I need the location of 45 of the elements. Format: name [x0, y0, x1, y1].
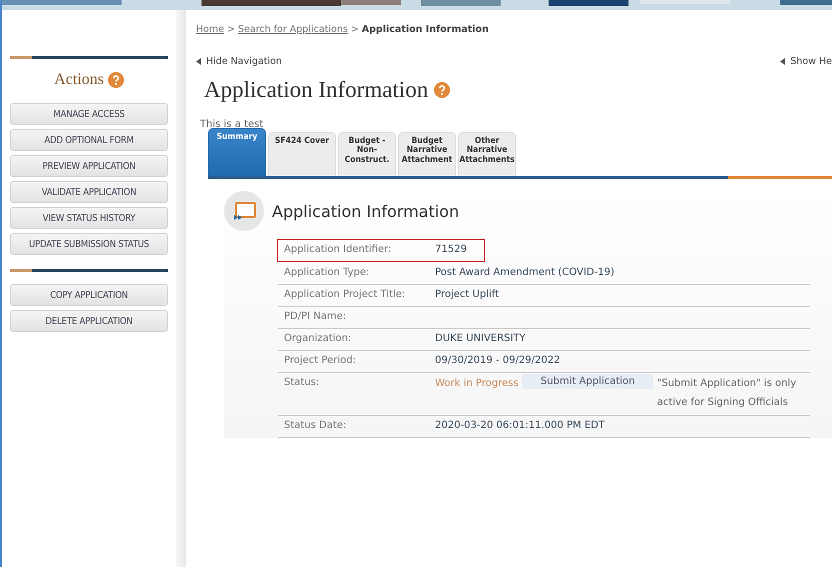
- field-value: 71529: [435, 244, 467, 255]
- field-label: Status:: [284, 377, 320, 388]
- field-value: Post Award Amendment (COVID-19): [435, 267, 614, 278]
- field-label: Organization:: [284, 333, 352, 344]
- caret-icon: [196, 58, 201, 65]
- tab[interactable]: Summary: [208, 128, 266, 176]
- action-button[interactable]: VIEW STATUS HISTORY: [10, 207, 168, 229]
- application-note: This is a test: [200, 119, 264, 130]
- field-value: Project Uplift: [435, 289, 499, 300]
- status-note: "Submit Application" is only active for Signing Officials: [657, 377, 798, 410]
- breadcrumb-link[interactable]: Home: [196, 24, 224, 35]
- help-icon[interactable]: [108, 72, 124, 88]
- tab[interactable]: Other Narrative Attachments: [458, 132, 516, 176]
- actions-title: Actions: [54, 71, 104, 89]
- action-button[interactable]: VALIDATE APPLICATION: [10, 181, 168, 203]
- breadcrumb-current: Application Information: [362, 24, 489, 35]
- action-button[interactable]: UPDATE SUBMISSION STATUS: [10, 233, 168, 255]
- field-label: Application Identifier:: [284, 244, 392, 255]
- field-value: 09/30/2019 - 09/29/2022: [435, 355, 560, 366]
- action-button[interactable]: COPY APPLICATION: [10, 284, 168, 306]
- action-button[interactable]: MANAGE ACCESS: [10, 103, 168, 125]
- field-label: Project Period:: [284, 355, 357, 366]
- section-title: Application Information: [272, 202, 460, 220]
- field-label: Application Project Title:: [284, 289, 406, 300]
- hide-navigation-link[interactable]: Hide Navigation: [196, 56, 282, 67]
- tab[interactable]: SF424 Cover: [268, 132, 336, 176]
- tab[interactable]: Budget Narrative Attachment: [398, 132, 456, 176]
- status-value: Work in Progress: [435, 377, 518, 391]
- breadcrumb-separator: >: [350, 24, 359, 35]
- page-title: Application Information: [204, 77, 428, 103]
- action-button[interactable]: PREVIEW APPLICATION: [10, 155, 168, 177]
- field-label: Application Type:: [284, 267, 370, 278]
- field-label: Status Date:: [284, 420, 348, 431]
- field-value: DUKE UNIVERSITY: [435, 333, 526, 344]
- action-button[interactable]: ADD OPTIONAL FORM: [10, 129, 168, 151]
- breadcrumb-link[interactable]: Search for Applications: [238, 24, 348, 35]
- caret-icon: [780, 58, 786, 65]
- action-button[interactable]: DELETE APPLICATION: [10, 310, 168, 332]
- tab[interactable]: Budget - Non-Construct.: [338, 132, 396, 176]
- screen-icon: [224, 191, 264, 231]
- field-value: 2020-03-20 06:01:11.000 PM EDT: [435, 420, 605, 431]
- show-help-link[interactable]: Show He: [780, 56, 832, 67]
- breadcrumb-separator: >: [227, 24, 236, 35]
- help-icon[interactable]: [434, 82, 450, 98]
- field-label: PD/PI Name:: [284, 311, 348, 322]
